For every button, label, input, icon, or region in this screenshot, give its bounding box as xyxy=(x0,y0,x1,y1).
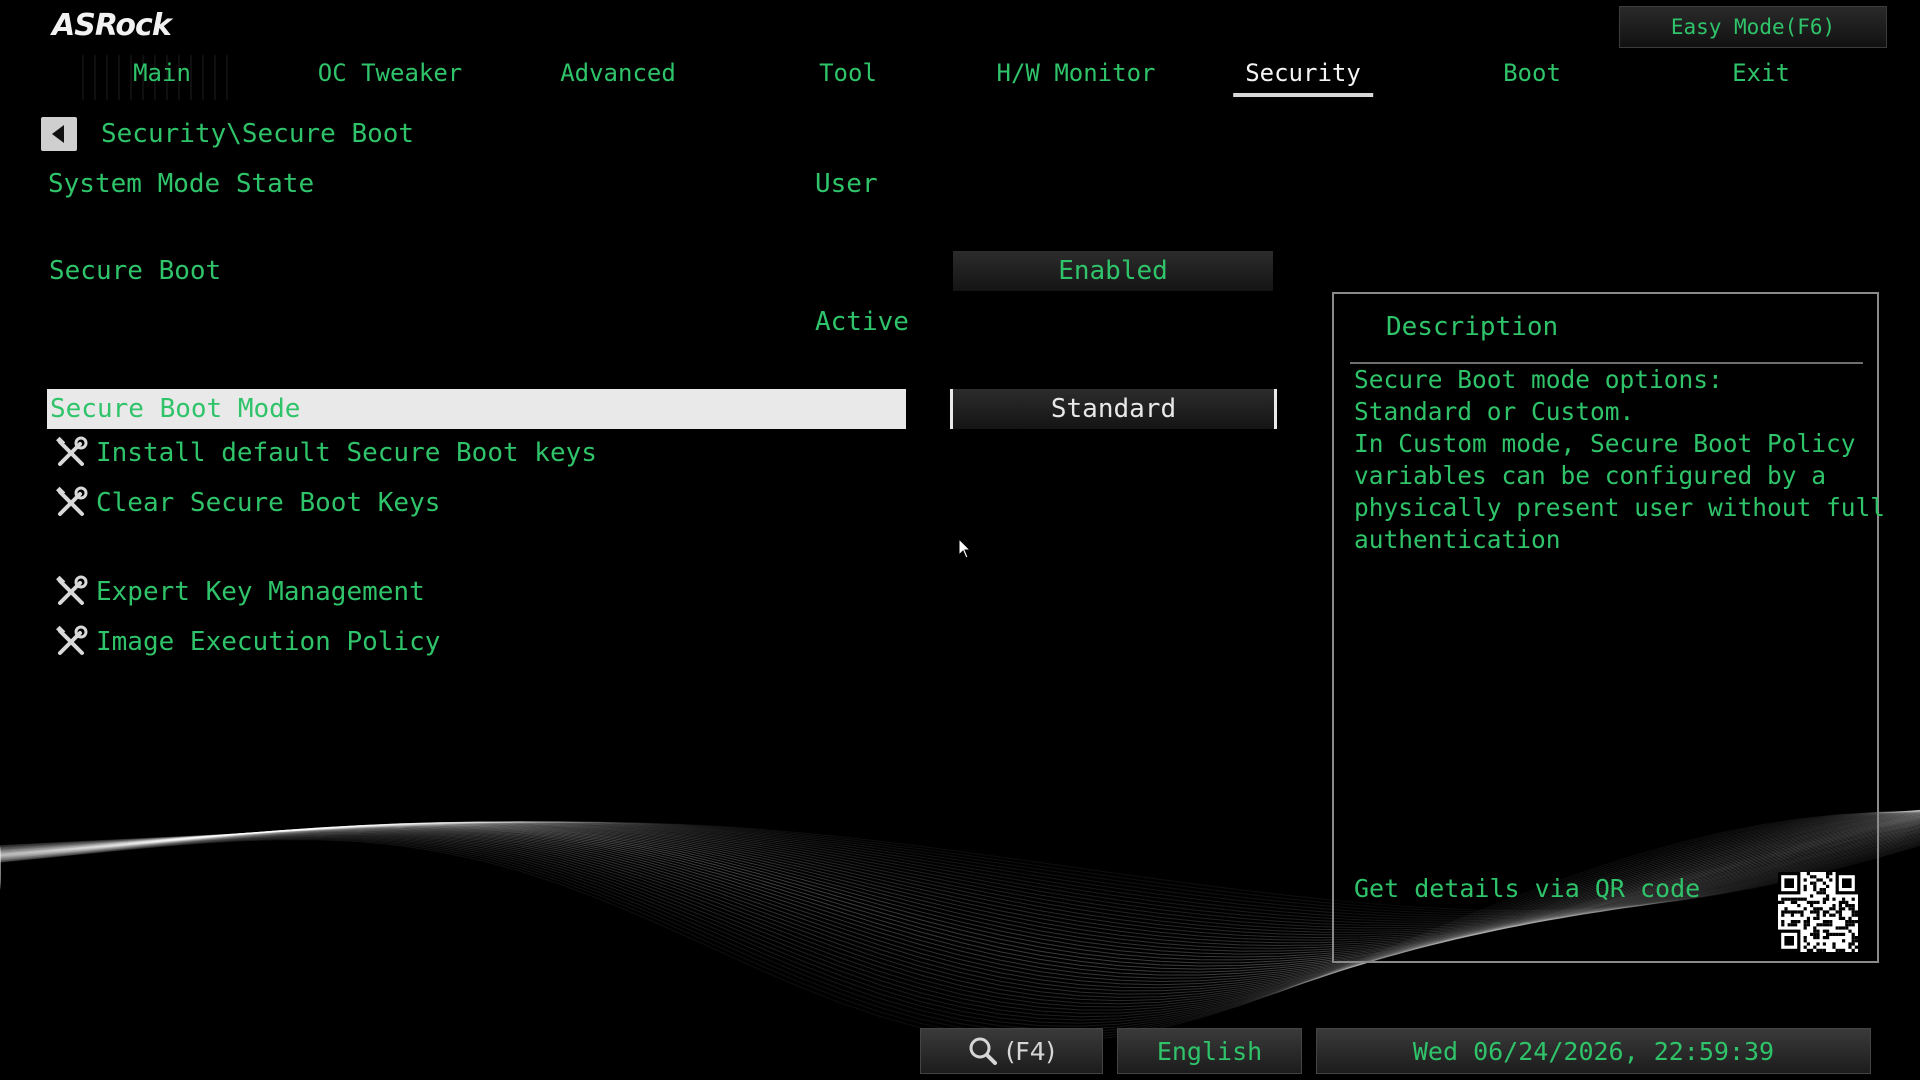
tab-hw-monitor[interactable]: H/W Monitor xyxy=(985,55,1168,93)
search-button[interactable]: (F4) xyxy=(920,1028,1103,1074)
tab-main[interactable]: Main xyxy=(121,55,203,93)
description-title: Description xyxy=(1386,312,1559,342)
tab-oc-tweaker[interactable]: OC Tweaker xyxy=(306,55,475,93)
image-execution-policy-item[interactable]: Image Execution Policy xyxy=(54,625,440,659)
secure-boot-label: Secure Boot xyxy=(49,256,222,286)
expert-key-management-item[interactable]: Expert Key Management xyxy=(54,575,425,609)
secure-boot-mode-value-button[interactable]: Standard xyxy=(950,389,1277,429)
secure-boot-value-button[interactable]: Enabled xyxy=(953,251,1273,291)
tab-boot[interactable]: Boot xyxy=(1491,55,1573,93)
description-line: physically present user without full xyxy=(1354,493,1886,522)
description-text: Secure Boot mode options: Standard or Cu… xyxy=(1354,364,1886,556)
tab-security[interactable]: Security xyxy=(1233,55,1373,97)
tab-tool[interactable]: Tool xyxy=(807,55,889,93)
secure-boot-mode-row[interactable]: Secure Boot Mode xyxy=(47,389,906,429)
clear-keys-item[interactable]: Clear Secure Boot Keys xyxy=(54,486,440,520)
secure-boot-mode-label: Secure Boot Mode xyxy=(50,394,301,424)
asrock-logo: ASRock xyxy=(52,8,172,43)
back-arrow-icon xyxy=(51,125,64,143)
tab-advanced[interactable]: Advanced xyxy=(548,55,688,93)
install-default-keys-item[interactable]: Install default Secure Boot keys xyxy=(54,436,597,470)
system-mode-state-value: User xyxy=(815,169,878,199)
description-line: Standard or Custom. xyxy=(1354,397,1635,426)
search-shortcut-label: (F4) xyxy=(1005,1036,1056,1066)
tools-icon xyxy=(56,486,88,516)
secure-boot-status: Active xyxy=(815,307,909,337)
tools-icon xyxy=(56,436,88,466)
image-execution-policy-label: Image Execution Policy xyxy=(96,627,441,657)
description-panel: Description Secure Boot mode options: St… xyxy=(1332,292,1886,963)
language-button[interactable]: English xyxy=(1117,1028,1302,1074)
tools-icon xyxy=(56,625,88,655)
easy-mode-button[interactable]: Easy Mode(F6) xyxy=(1619,6,1887,48)
expert-key-management-label: Expert Key Management xyxy=(96,577,425,607)
system-mode-state-label: System Mode State xyxy=(48,169,315,199)
mouse-cursor-icon xyxy=(958,538,972,559)
description-line: authentication xyxy=(1354,525,1561,554)
top-nav: Main OC Tweaker Advanced Tool H/W Monito… xyxy=(0,55,1920,97)
datetime-display: Wed 06/24/2026, 22:59:39 xyxy=(1316,1028,1871,1074)
description-line: In Custom mode, Secure Boot Policy xyxy=(1354,429,1856,458)
qr-code-image xyxy=(1778,872,1858,952)
tab-exit[interactable]: Exit xyxy=(1720,55,1802,93)
description-line: variables can be configured by a xyxy=(1354,461,1827,490)
description-line: Secure Boot mode options: xyxy=(1354,365,1723,394)
tools-icon xyxy=(56,575,88,605)
search-icon xyxy=(969,1037,997,1065)
install-default-keys-label: Install default Secure Boot keys xyxy=(96,438,597,468)
back-button[interactable] xyxy=(41,117,77,151)
clear-keys-label: Clear Secure Boot Keys xyxy=(96,488,441,518)
breadcrumb: Security\Secure Boot xyxy=(101,119,415,149)
qr-code-label: Get details via QR code xyxy=(1354,874,1701,903)
